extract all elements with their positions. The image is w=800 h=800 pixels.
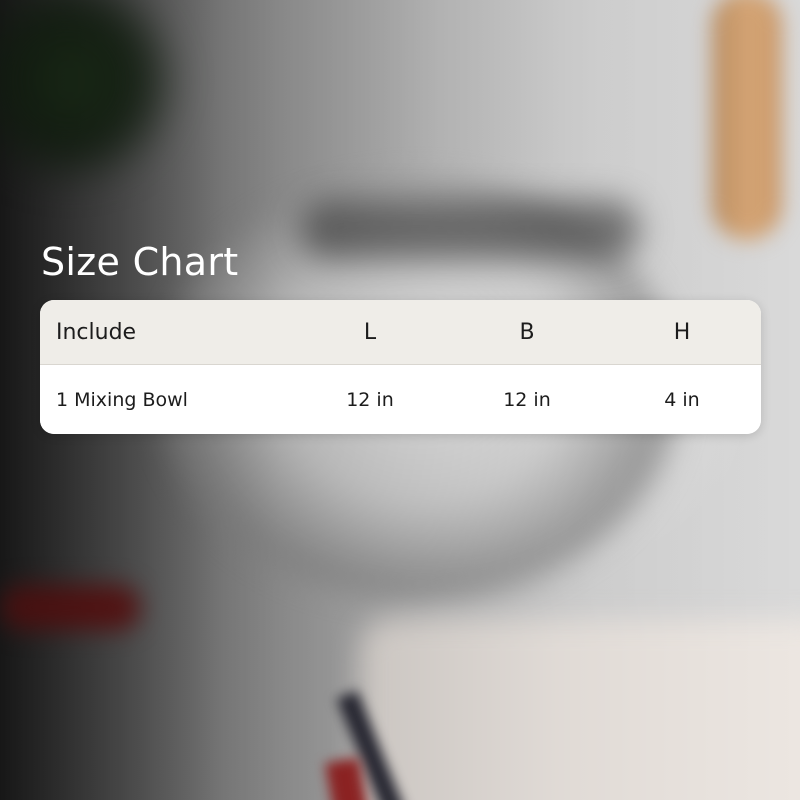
cell-include: 1 Mixing Bowl bbox=[56, 388, 188, 411]
column-header-length: L bbox=[363, 319, 377, 345]
cell-breadth: 12 in bbox=[503, 388, 551, 411]
table-row: 1 Mixing Bowl 12 in 12 in 4 in bbox=[40, 365, 761, 434]
cell-height: 4 in bbox=[664, 388, 700, 411]
column-header-breadth: B bbox=[519, 319, 535, 345]
cell-length: 12 in bbox=[346, 388, 394, 411]
page-title: Size Chart bbox=[41, 240, 239, 284]
size-chart-table: Include L B H 1 Mixing Bowl 12 in 12 in … bbox=[40, 300, 761, 434]
column-header-include: Include bbox=[56, 319, 137, 345]
column-header-height: H bbox=[673, 319, 691, 345]
table-header-row: Include L B H bbox=[40, 300, 761, 365]
